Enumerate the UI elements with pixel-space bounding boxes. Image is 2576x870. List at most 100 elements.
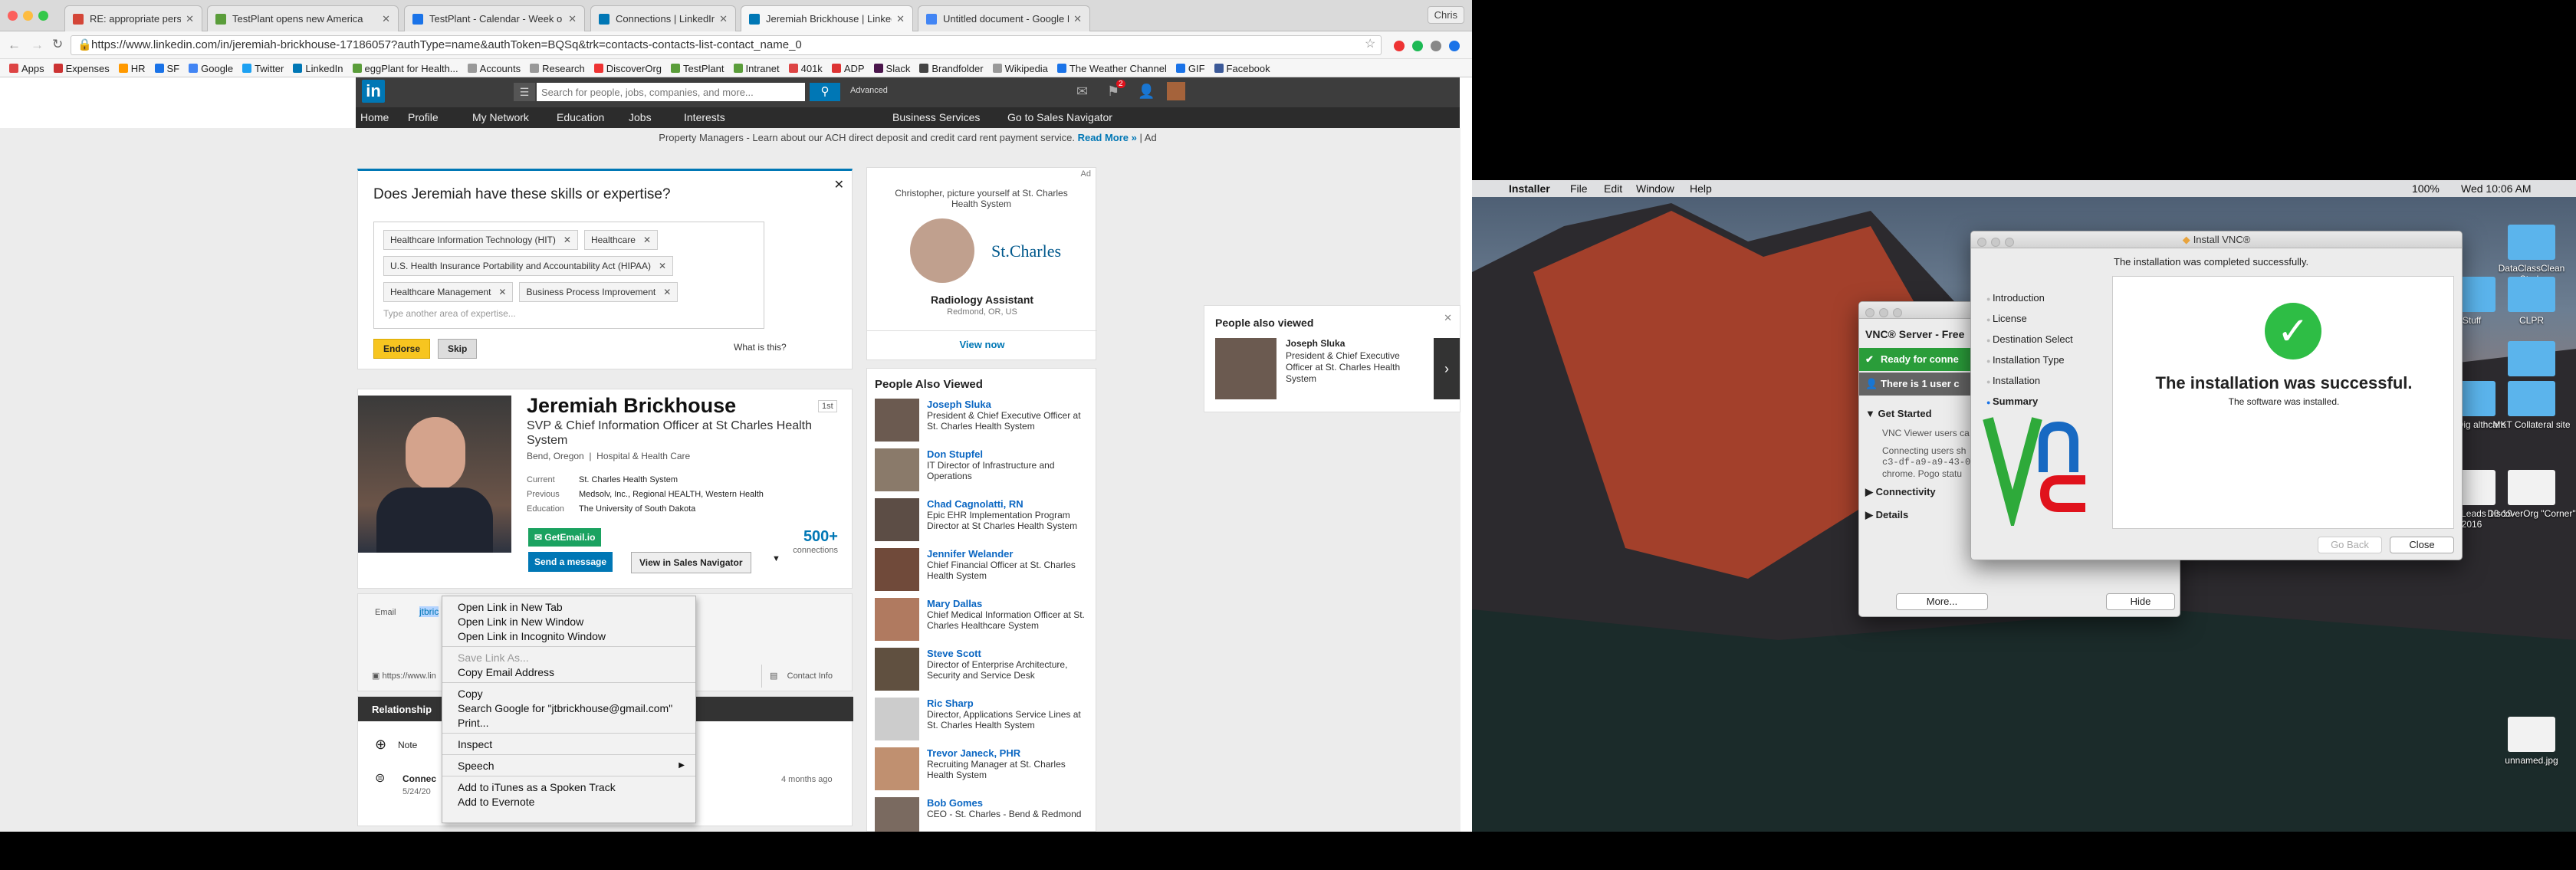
forward-icon[interactable]: → bbox=[31, 38, 44, 53]
pav-popup-name[interactable]: Joseph Sluka bbox=[1286, 338, 1345, 349]
remove-skill-icon[interactable]: ✕ bbox=[643, 235, 651, 245]
menu-copy-email[interactable]: Copy Email Address bbox=[442, 665, 695, 679]
menu-print[interactable]: Print... bbox=[442, 715, 695, 730]
bookmark[interactable]: LinkedIn bbox=[293, 59, 343, 77]
previous-positions[interactable]: Medsolv, Inc., Regional HEALTH, Western … bbox=[579, 488, 764, 502]
close-tab-icon[interactable]: ✕ bbox=[1073, 13, 1082, 25]
get-started-toggle[interactable]: ▼ Get Started bbox=[1865, 408, 1932, 419]
bookmark[interactable]: Accounts bbox=[467, 59, 521, 77]
desktop-icon[interactable]: CLPR bbox=[2486, 277, 2576, 326]
search-input[interactable] bbox=[537, 83, 805, 101]
bookmark[interactable]: Research bbox=[530, 59, 585, 77]
nav-item[interactable]: My Network bbox=[472, 111, 529, 123]
close-icon[interactable]: ✕ bbox=[1444, 312, 1452, 324]
bookmark[interactable]: Intranet bbox=[733, 59, 780, 77]
bookmark[interactable]: SF bbox=[154, 59, 179, 77]
extension-icon[interactable] bbox=[1449, 41, 1460, 51]
menubar-item[interactable]: Edit bbox=[1604, 180, 1622, 197]
close-icon[interactable]: ✕ bbox=[834, 177, 844, 192]
url-input[interactable]: 🔒 https://www.linkedin.com/in/jeremiah-b… bbox=[71, 35, 1382, 55]
extension-icon[interactable] bbox=[1394, 41, 1405, 51]
nav-item-right[interactable]: Go to Sales Navigator bbox=[1007, 111, 1112, 123]
desktop-icon[interactable]: DataClassClean Study bbox=[2486, 225, 2576, 284]
list-item[interactable]: Joseph Sluka President & Chief Executive … bbox=[875, 399, 1088, 442]
tab[interactable]: Jeremiah Brickhouse | LinkedIn ✕ bbox=[741, 5, 913, 31]
list-item[interactable]: Chad Cagnolatti, RN Epic EHR Implementati… bbox=[875, 498, 1088, 541]
tab[interactable]: TestPlant opens new America ✕ bbox=[207, 5, 399, 31]
list-item[interactable]: Bob Gomes CEO - St. Charles - Bend & Redm… bbox=[875, 797, 1088, 832]
connectivity-toggle[interactable]: ▶ Connectivity bbox=[1865, 486, 1936, 498]
contact-info-toggle[interactable]: ▤ Contact Info bbox=[761, 665, 853, 688]
minimize-window-icon[interactable] bbox=[23, 11, 33, 21]
remove-skill-icon[interactable]: ✕ bbox=[564, 235, 571, 245]
menu-search-google[interactable]: Search Google for "jtbrickhouse@gmail.co… bbox=[442, 701, 695, 715]
bookmark[interactable]: 401k bbox=[788, 59, 823, 77]
pav-name[interactable]: Steve Scott bbox=[927, 648, 1088, 659]
tab[interactable]: RE: appropriate person - chris ✕ bbox=[64, 5, 202, 31]
menu-add-to-itunes[interactable]: Add to iTunes as a Spoken Track bbox=[442, 780, 695, 794]
view-now-link[interactable]: View now bbox=[867, 330, 1097, 350]
pav-name[interactable]: Ric Sharp bbox=[927, 698, 1088, 709]
nav-item[interactable]: Interests bbox=[684, 111, 725, 123]
list-item[interactable]: Trevor Janeck, PHR Recruiting Manager at … bbox=[875, 747, 1088, 790]
bookmark[interactable]: Slack bbox=[873, 59, 910, 77]
nav-item-right[interactable]: Business Services bbox=[892, 111, 980, 123]
bookmark[interactable]: GIF bbox=[1175, 59, 1205, 77]
bookmark[interactable]: Expenses bbox=[53, 59, 110, 77]
hide-button[interactable]: Hide bbox=[2106, 593, 2175, 610]
remove-skill-icon[interactable]: ✕ bbox=[659, 261, 666, 271]
list-item[interactable]: Steve Scott Director of Enterprise Archit… bbox=[875, 648, 1088, 691]
close-tab-icon[interactable]: ✕ bbox=[186, 13, 194, 25]
bookmark[interactable]: DiscoverOrg bbox=[593, 59, 662, 77]
bookmark[interactable]: eggPlant for Health... bbox=[352, 59, 458, 77]
tab[interactable]: TestPlant - Calendar - Week o ✕ bbox=[404, 5, 585, 31]
menu-icon[interactable]: ⋮ bbox=[1467, 39, 1472, 53]
extension-icon[interactable] bbox=[1412, 41, 1423, 51]
remove-skill-icon[interactable]: ✕ bbox=[498, 287, 506, 297]
desktop-icon[interactable]: unnamed.jpg bbox=[2486, 717, 2576, 766]
bookmark[interactable]: Wikipedia bbox=[992, 59, 1048, 77]
close-tab-icon[interactable]: ✕ bbox=[719, 13, 728, 25]
skip-button[interactable]: Skip bbox=[438, 339, 478, 359]
details-toggle[interactable]: ▶ Details bbox=[1865, 509, 1908, 521]
website-link[interactable]: ▣ https://www.lin bbox=[372, 671, 436, 681]
desktop-icon[interactable]: DiscoverOrg "Corner" bbox=[2486, 470, 2576, 519]
close-tab-icon[interactable]: ✕ bbox=[568, 13, 577, 25]
bookmark[interactable]: Google bbox=[189, 59, 233, 77]
desktop-icon[interactable]: MKT Collateral site bbox=[2486, 381, 2576, 430]
list-item[interactable]: Don Stupfel IT Director of Infrastructure… bbox=[875, 448, 1088, 491]
menu-open-new-tab[interactable]: Open Link in New Tab bbox=[442, 599, 695, 614]
nav-item[interactable]: Profile bbox=[408, 111, 439, 123]
close-window-icon[interactable] bbox=[8, 11, 18, 21]
menu-speech[interactable]: Speech ▶ bbox=[442, 758, 695, 773]
endorse-button[interactable]: Endorse bbox=[373, 339, 431, 359]
tab-relationship[interactable]: Relationship bbox=[372, 704, 432, 715]
star-icon[interactable]: ☆ bbox=[1365, 36, 1375, 51]
menu-copy[interactable]: Copy bbox=[442, 686, 695, 701]
chevron-down-icon[interactable]: ▼ bbox=[772, 554, 780, 563]
nav-item[interactable]: Jobs bbox=[629, 111, 652, 123]
close-tab-icon[interactable]: ✕ bbox=[382, 13, 390, 25]
search-icon[interactable]: ⚲ bbox=[810, 83, 840, 101]
add-connections-icon[interactable]: 👤 bbox=[1138, 84, 1155, 100]
pav-name[interactable]: Joseph Sluka bbox=[927, 399, 1088, 410]
maximize-window-icon[interactable] bbox=[38, 11, 48, 21]
pav-name[interactable]: Chad Cagnolatti, RN bbox=[927, 498, 1088, 510]
menu-add-to-evernote[interactable]: Add to Evernote bbox=[442, 794, 695, 809]
bookmark[interactable]: Twitter bbox=[242, 59, 284, 77]
close-button[interactable]: Close bbox=[2390, 537, 2454, 553]
bookmark[interactable]: Brandfolder bbox=[919, 59, 984, 77]
profile-button[interactable]: Chris bbox=[1427, 6, 1464, 24]
pav-name[interactable]: Mary Dallas bbox=[927, 598, 1088, 609]
nav-item[interactable]: Education bbox=[557, 111, 604, 123]
close-tab-icon[interactable]: ✕ bbox=[896, 13, 905, 25]
avatar[interactable] bbox=[1167, 82, 1185, 100]
tab[interactable]: Connections | LinkedIn ✕ bbox=[590, 5, 736, 31]
extension-icon[interactable] bbox=[1431, 41, 1441, 51]
menubar-item[interactable]: Installer bbox=[1509, 180, 1550, 197]
bookmark[interactable]: TestPlant bbox=[671, 59, 724, 77]
list-item[interactable]: Mary Dallas Chief Medical Information Off… bbox=[875, 598, 1088, 641]
send-message-button[interactable]: Send a message bbox=[528, 552, 613, 572]
tab[interactable]: Untitled document - Google Do ✕ bbox=[918, 5, 1090, 31]
window-controls[interactable] bbox=[1865, 306, 1907, 323]
